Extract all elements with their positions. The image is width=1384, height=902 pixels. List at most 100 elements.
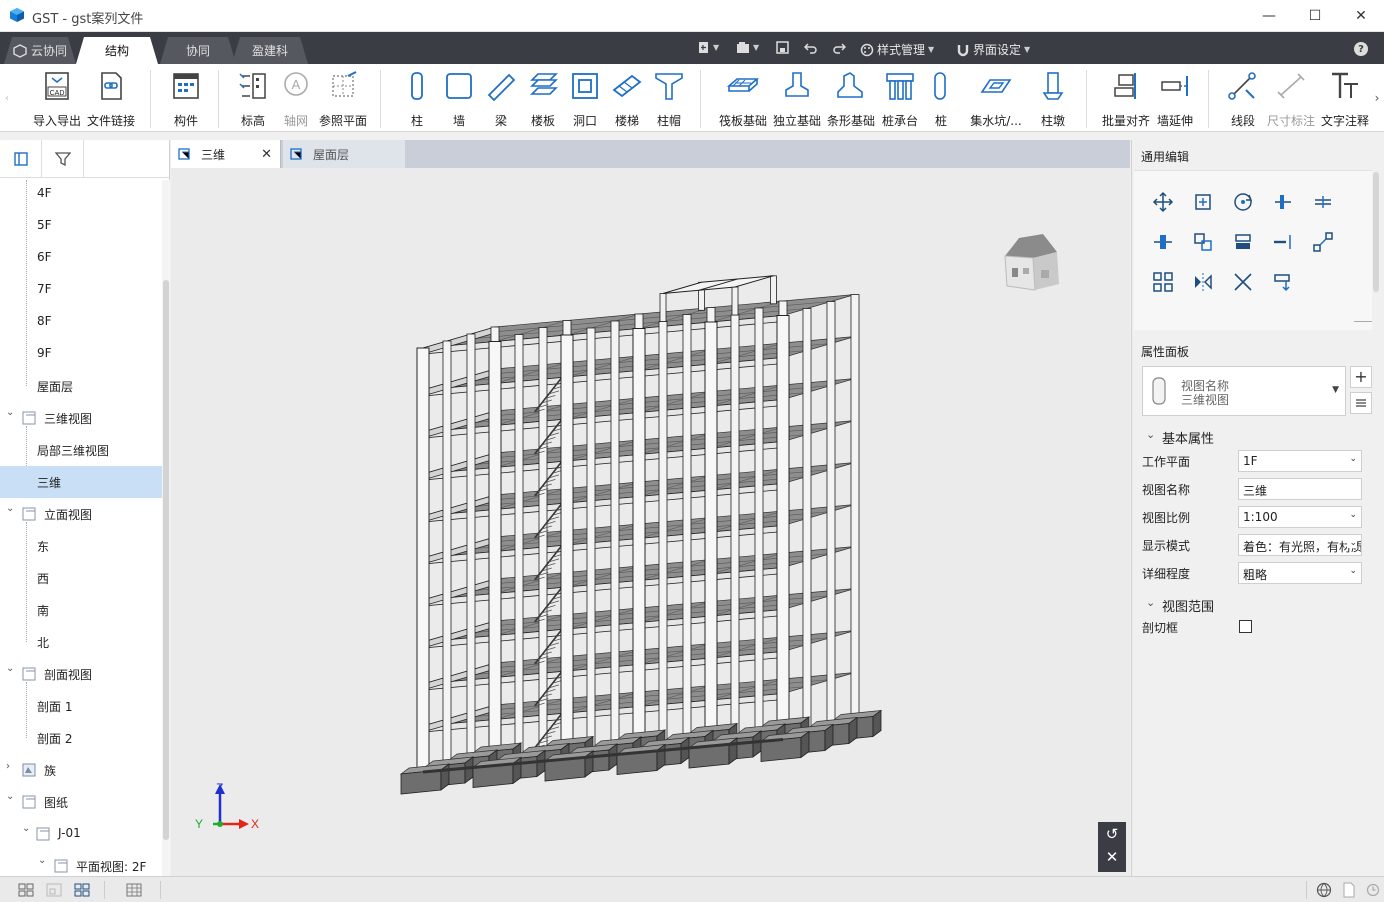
tree-item[interactable]: 6F [0,242,162,274]
pile-button[interactable]: 桩 [926,70,956,130]
raft-foundation-button[interactable]: 筏板基础 [718,70,768,130]
wall-extend-button[interactable]: 墙延伸 [1154,70,1196,130]
tab-yjk[interactable]: 盈建科 [232,37,308,64]
expand-arrow-icon[interactable]: › [6,761,16,772]
split-icon[interactable] [1152,231,1174,253]
tree-item[interactable]: 8F [0,306,162,338]
match-properties-icon[interactable] [1272,271,1294,293]
line-segment-button[interactable]: 线段 [1226,70,1260,130]
add-type-button[interactable]: + [1350,366,1372,388]
tree-item[interactable]: ⌄ 剖面视图 [0,658,162,690]
scale-icon[interactable] [1312,231,1334,253]
building-3d-model[interactable] [171,168,1130,876]
column-button[interactable]: 柱 [400,70,434,130]
collapse-arrow-icon[interactable]: ⌄ [38,855,48,866]
tree-item[interactable]: ⌄ 图纸 [0,786,162,818]
tree-item[interactable]: 南 [0,594,162,626]
offset-icon[interactable] [1312,191,1334,213]
property-value-field[interactable]: 三维 [1238,478,1362,500]
tree-scrollbar[interactable] [162,180,170,876]
collapse-arrow-icon[interactable]: ⌄ [22,823,32,834]
property-value-field[interactable]: 粗略 ⌄ [1238,562,1362,584]
tile-view-icon[interactable] [18,883,34,897]
batch-align-button[interactable]: 批量对齐 [1100,70,1152,130]
view-cube-icon[interactable] [999,230,1075,296]
undo-button[interactable] [804,41,818,54]
ui-settings-button[interactable]: 界面设定 ▼ [956,41,1030,58]
property-value-field[interactable]: 1:100 ⌄ [1238,506,1362,528]
type-selector[interactable]: 视图名称 三维视图 ▼ [1142,366,1346,416]
collapse-arrow-icon[interactable]: ⌄ [6,663,16,674]
edit-type-button[interactable] [1350,392,1372,414]
sump-pit-button[interactable]: 集水坑/... [964,70,1028,130]
open-file-button[interactable]: ▼ [736,41,759,54]
tree-item[interactable]: 5F [0,210,162,242]
component-button[interactable]: 构件 [166,70,206,130]
close-window-button[interactable]: ✕ [1338,0,1384,32]
column-pier-button[interactable]: 柱墩 [1036,70,1070,130]
tab-structure[interactable]: 结构 [76,37,158,64]
tree-item[interactable]: ⌄ 立面视图 [0,498,162,530]
edit-tools-scrollbar[interactable] [1372,170,1380,330]
property-value-field[interactable]: 1F ⌄ [1238,450,1362,472]
basic-section-chevron-icon[interactable]: ⌄ [1146,428,1155,441]
close-nav-icon[interactable]: ✕ [1102,848,1122,868]
close-tab-icon[interactable]: ✕ [261,147,272,162]
globe-sync-icon[interactable] [1316,882,1332,898]
collapse-arrow-icon[interactable]: ⌄ [6,407,16,418]
array-icon[interactable] [1192,231,1214,253]
import-export-button[interactable]: CAD 导入导出 [32,70,82,130]
copy-icon[interactable] [1192,191,1214,213]
slab-button[interactable]: 楼板 [526,70,560,130]
document-icon[interactable] [1342,882,1356,898]
redo-button[interactable] [832,41,846,54]
tree-item[interactable]: 4F [0,180,162,210]
range-section-chevron-icon[interactable]: ⌄ [1146,596,1155,609]
clock-icon[interactable] [1366,883,1380,897]
reset-view-icon[interactable]: ↺ [1102,825,1122,845]
help-icon[interactable]: ? [1354,42,1368,56]
column-cap-button[interactable]: 柱帽 [652,70,686,130]
opening-button[interactable]: 洞口 [568,70,602,130]
3d-viewport[interactable]: Z X Y ↺ ✕ [171,168,1130,876]
grid-view-icon[interactable] [74,883,90,897]
file-link-button[interactable]: 文件链接 [86,70,136,130]
stair-button[interactable]: 楼梯 [610,70,644,130]
tree-item[interactable]: ⌄ 平面视图: 2F [0,850,162,876]
tree-item[interactable]: 东 [0,530,162,562]
basic-properties-header[interactable]: 基本属性 [1162,428,1214,447]
tree-item[interactable]: 剖面 1 [0,690,162,722]
tree-item[interactable]: 局部三维视图 [0,434,162,466]
tab-collaborate[interactable]: 协同 [160,37,236,64]
mirror-icon[interactable] [1192,271,1214,293]
tab-roof-level[interactable]: 屋面层 [283,140,405,168]
ribbon-scroll-left-icon[interactable]: ‹ [0,64,14,132]
extend-icon[interactable] [1272,231,1294,253]
tab-cloud-collab[interactable]: 云协同 [4,37,76,64]
tree-item[interactable]: 9F [0,338,162,370]
minimize-button[interactable]: — [1246,0,1292,32]
strip-foundation-button[interactable]: 条形基础 [826,70,876,130]
trim-icon[interactable] [1232,231,1254,253]
reference-plane-button[interactable]: 参照平面 [318,70,368,130]
tree-item[interactable]: ⌄ J-01 [0,818,162,850]
beam-button[interactable]: 梁 [484,70,518,130]
property-value-field[interactable]: 着色：有光照，有材质 ⌄ [1238,534,1362,556]
maximize-button[interactable]: ☐ [1292,0,1338,32]
tree-item[interactable]: 西 [0,562,162,594]
edit-tools-resize-handle[interactable] [1354,321,1372,322]
tab-3d-view[interactable]: 三维 ✕ [171,140,281,168]
isolated-foundation-button[interactable]: 独立基础 [772,70,822,130]
collapse-arrow-icon[interactable]: ⌄ [6,791,16,802]
table-icon[interactable] [126,883,142,897]
filter-button[interactable] [42,140,84,178]
axis-grid-button[interactable]: A 轴网 [278,70,314,130]
pile-cap-button[interactable]: 桩承台 [878,70,922,130]
rotate-icon[interactable] [1232,191,1254,213]
single-view-icon[interactable] [46,883,62,897]
tree-item[interactable]: 剖面 2 [0,722,162,754]
text-annotation-button[interactable]: 文字注释 [1320,70,1370,130]
panel-layout-button[interactable] [0,140,42,178]
cut-box-checkbox[interactable] [1239,620,1252,633]
ribbon-scroll-right-icon[interactable]: › [1370,64,1384,132]
